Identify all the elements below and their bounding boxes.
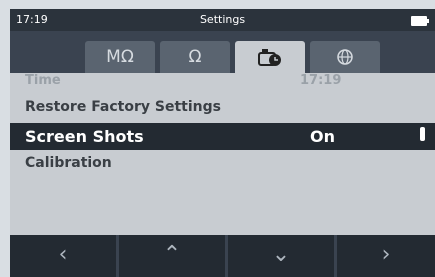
settings-list: Time 17:19 Restore Factory Settings Scre… — [10, 73, 435, 243]
list-item-screen-shots[interactable]: Screen Shots On — [10, 123, 435, 150]
tab-ohm[interactable]: Ω — [160, 41, 230, 73]
chevron-up-icon: ⌃ — [162, 242, 182, 267]
calibration-label: Calibration — [25, 155, 112, 171]
softkey-right[interactable]: › — [337, 235, 435, 277]
time-value: 17:19 — [300, 73, 342, 88]
list-item-calibration[interactable]: Calibration — [10, 153, 435, 175]
tab-megohm-label: MΩ — [106, 47, 134, 67]
chevron-down-icon: ⌄ — [271, 242, 291, 267]
scrollbar-thumb[interactable] — [420, 127, 425, 141]
softkey-left[interactable]: ‹ — [10, 235, 116, 277]
device-screen: 17:19 Settings MΩ Ω Time 17:19 Restore F… — [10, 9, 435, 277]
tab-bar: MΩ Ω — [10, 31, 435, 73]
settings-clock-icon — [258, 49, 281, 66]
list-item-restore-factory-settings[interactable]: Restore Factory Settings — [10, 97, 435, 119]
tab-settings[interactable] — [235, 41, 305, 73]
softkey-bar: ‹ ⌃ ⌄ › — [10, 235, 435, 277]
screen-shots-value: On — [310, 127, 335, 146]
page-title: Settings — [199, 13, 246, 26]
list-item-time[interactable]: Time 17:19 — [10, 73, 435, 93]
softkey-up[interactable]: ⌃ — [119, 235, 225, 277]
restore-factory-settings-label: Restore Factory Settings — [25, 99, 221, 115]
softkey-down[interactable]: ⌄ — [228, 235, 334, 277]
time-label: Time — [25, 73, 61, 88]
screen-shots-label: Screen Shots — [25, 127, 144, 146]
tab-language[interactable] — [310, 41, 380, 73]
battery-icon — [411, 16, 429, 26]
status-bar: 17:19 Settings — [10, 9, 435, 31]
chevron-right-icon: › — [381, 242, 391, 267]
tab-megohm[interactable]: MΩ — [85, 41, 155, 73]
tab-ohm-label: Ω — [188, 47, 202, 67]
globe-icon — [337, 49, 353, 65]
chevron-left-icon: ‹ — [58, 242, 68, 267]
